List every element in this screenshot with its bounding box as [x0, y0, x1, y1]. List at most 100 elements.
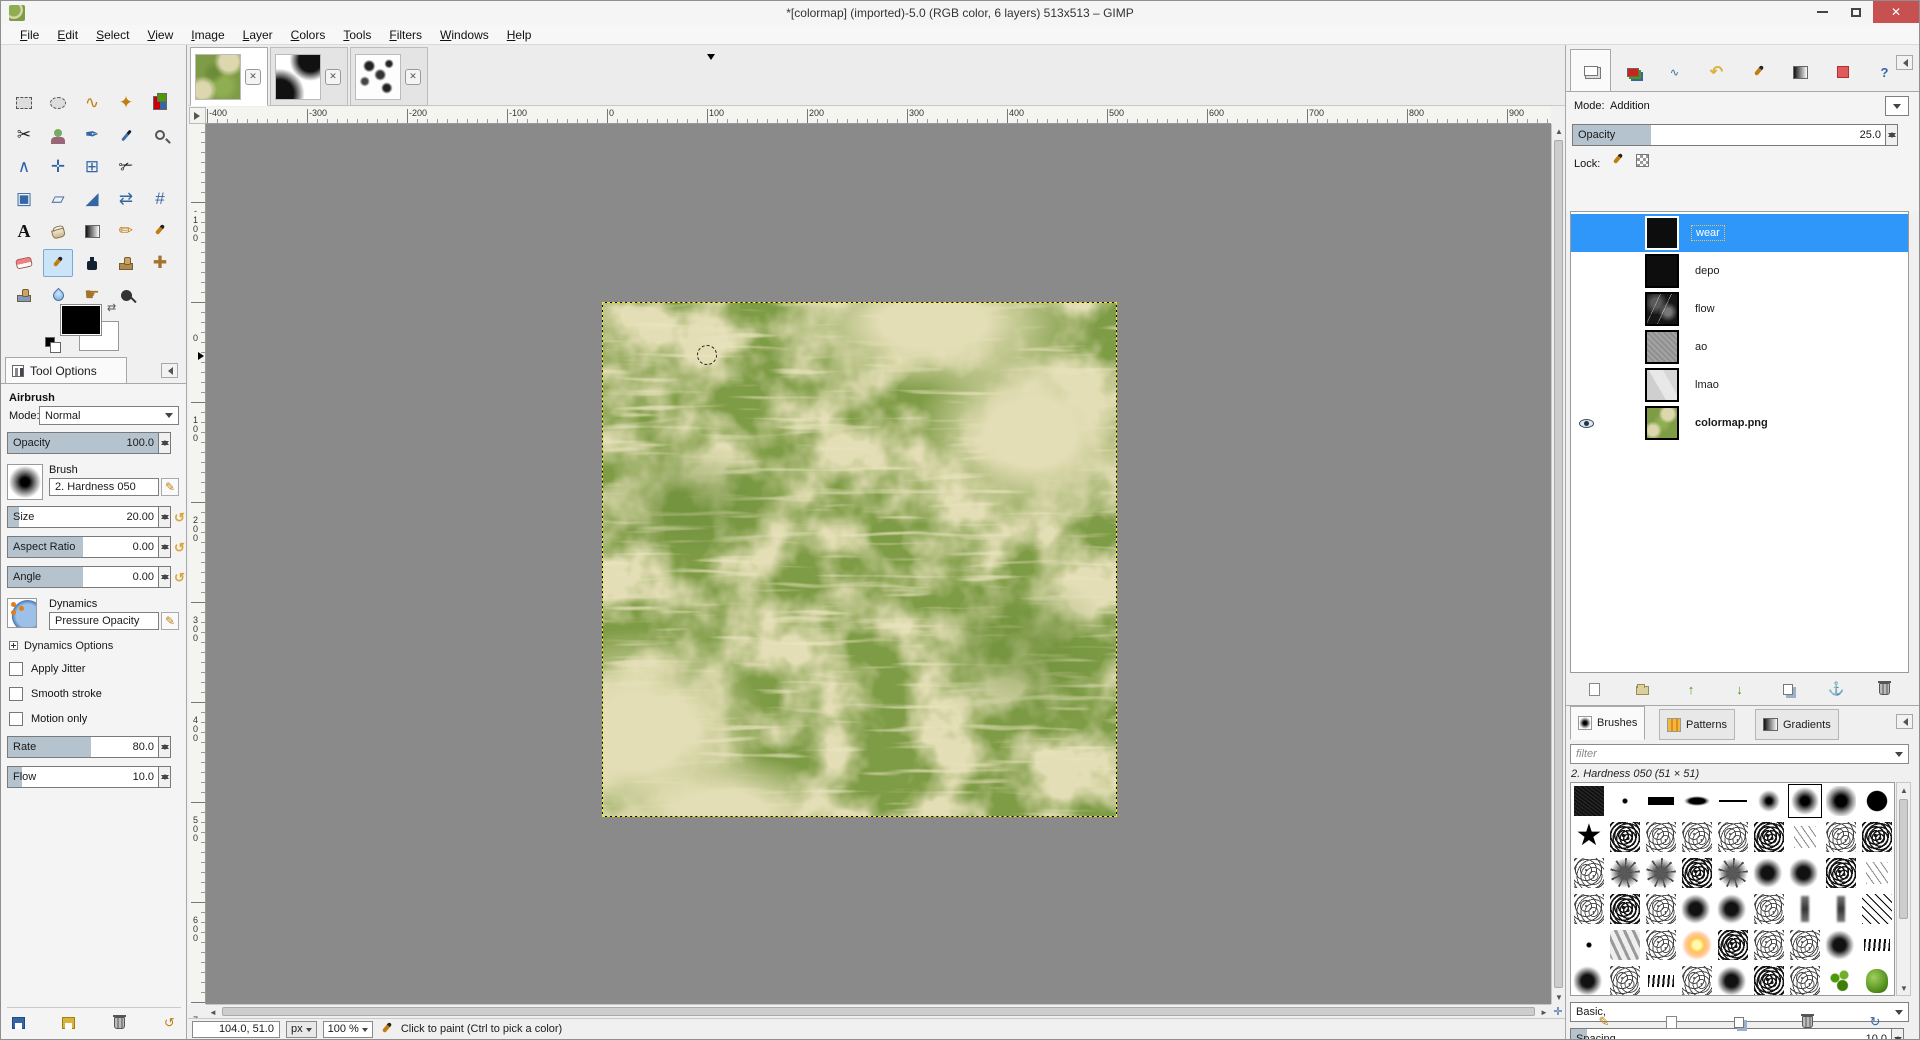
dynamics-options-expander[interactable]: Dynamics Options: [9, 640, 113, 652]
brush-thumbnail[interactable]: [7, 464, 43, 500]
menu-view[interactable]: View: [138, 26, 182, 44]
rectangle-select-tool[interactable]: [9, 89, 39, 117]
pencil-tool[interactable]: ✏: [111, 217, 141, 245]
gradient-tool[interactable]: [77, 217, 107, 245]
brush-swatch[interactable]: [1752, 928, 1786, 962]
restore-tool-preset-button[interactable]: [57, 1013, 80, 1033]
ruler-corner-button[interactable]: [189, 107, 206, 124]
image-tab-mask-close-button[interactable]: ✕: [325, 69, 341, 85]
crop-tool[interactable]: ✃: [111, 153, 141, 181]
brush-swatch[interactable]: [1644, 820, 1678, 854]
new-layer-button[interactable]: [1581, 679, 1607, 699]
brush-swatch[interactable]: [1860, 856, 1894, 890]
measure-tool[interactable]: ∧: [9, 153, 39, 181]
opacity-spinner[interactable]: [159, 432, 171, 454]
motion-only-checkbox[interactable]: [9, 712, 23, 726]
aspect-ratio-spinner[interactable]: [159, 536, 171, 558]
swap-colors-button[interactable]: ⇄: [107, 301, 116, 314]
image-tab-mask[interactable]: ✕: [270, 47, 348, 106]
layer-row-wear[interactable]: wear: [1571, 214, 1908, 252]
alignment-tool[interactable]: ⊞: [77, 153, 107, 181]
image-tab-texture[interactable]: ✕: [350, 47, 428, 106]
image-tab-texture-close-button[interactable]: ✕: [405, 69, 421, 85]
brush-swatch[interactable]: [1572, 928, 1606, 962]
brush-scroll-down-arrow[interactable]: ▼: [1897, 981, 1911, 995]
layers-dock-collapse-button[interactable]: [1896, 55, 1913, 70]
tool-options-tab[interactable]: Tool Options: [5, 357, 127, 384]
duplicate-layer-button[interactable]: [1775, 679, 1801, 699]
dynamics-thumbnail[interactable]: [7, 598, 37, 628]
brush-swatch[interactable]: [1608, 784, 1642, 818]
reset-aspect-icon[interactable]: ↺: [174, 540, 185, 556]
brush-swatch[interactable]: [1860, 784, 1894, 818]
menu-tools[interactable]: Tools: [334, 26, 380, 44]
menu-layer[interactable]: Layer: [234, 26, 282, 44]
dock-tab-channels[interactable]: [1612, 53, 1653, 91]
brush-swatch[interactable]: [1752, 892, 1786, 926]
perspective-clone-tool[interactable]: [9, 281, 39, 309]
lock-alpha-toggle[interactable]: [1636, 154, 1649, 167]
horizontal-scroll-thumb[interactable]: [222, 1007, 1535, 1016]
default-colors-button[interactable]: [45, 337, 55, 347]
edit-brush-button[interactable]: ✎: [1591, 1012, 1617, 1032]
dock-tab-paths[interactable]: ∿: [1654, 53, 1695, 91]
brush-swatch[interactable]: [1572, 892, 1606, 926]
zoom-select[interactable]: 100 %: [323, 1021, 373, 1038]
brush-swatch[interactable]: [1860, 964, 1894, 996]
fuzzy-select-tool[interactable]: ✦: [111, 89, 141, 117]
cage-transform-tool[interactable]: #: [145, 185, 175, 213]
menu-windows[interactable]: Windows: [431, 26, 498, 44]
vertical-ruler[interactable]: - 1 0 001 0 02 0 03 0 04 0 05 0 06 0 07 …: [189, 124, 206, 1004]
layer-opacity-slider[interactable]: Opacity 25.0: [1572, 124, 1886, 146]
aspect-ratio-slider[interactable]: Aspect Ratio 0.00: [7, 536, 159, 558]
shear-tool[interactable]: ▱: [43, 185, 73, 213]
brush-swatch[interactable]: [1788, 964, 1822, 996]
brush-grid-scrollbar[interactable]: ▲ ▼: [1896, 782, 1911, 996]
scroll-right-arrow[interactable]: ►: [1537, 1005, 1551, 1019]
edit-dynamics-icon[interactable]: ✎: [161, 612, 179, 630]
move-tool[interactable]: ✛: [43, 153, 73, 181]
menu-select[interactable]: Select: [87, 26, 138, 44]
delete-layer-button[interactable]: [1872, 679, 1898, 699]
dock-tab-paintbrush[interactable]: [1738, 53, 1779, 91]
foreground-color-swatch[interactable]: [61, 305, 101, 335]
menu-colors[interactable]: Colors: [282, 26, 335, 44]
image-tab-colormap[interactable]: ✕: [190, 47, 268, 106]
horizontal-scrollbar[interactable]: ◄ ►: [206, 1004, 1551, 1018]
brush-swatch[interactable]: [1644, 856, 1678, 890]
close-button[interactable]: ✕: [1873, 1, 1919, 23]
menu-file[interactable]: File: [11, 26, 48, 44]
brush-swatch[interactable]: [1680, 964, 1714, 996]
brush-swatch[interactable]: [1608, 892, 1642, 926]
dock-tab-layers[interactable]: [1570, 49, 1611, 91]
toolbox-collapse-button[interactable]: [161, 363, 178, 378]
brush-swatch[interactable]: [1680, 856, 1714, 890]
brush-swatch[interactable]: [1824, 820, 1858, 854]
scroll-down-arrow[interactable]: ▼: [1552, 990, 1566, 1004]
brush-swatch[interactable]: [1644, 964, 1678, 996]
new-brush-button[interactable]: [1659, 1012, 1685, 1032]
free-select-tool[interactable]: ∿: [77, 89, 107, 117]
brush-swatch[interactable]: [1860, 928, 1894, 962]
layer-opacity-spinner[interactable]: [1886, 124, 1898, 146]
unified-transform-tool[interactable]: ▣: [9, 185, 39, 213]
refresh-brushes-button[interactable]: ↻: [1862, 1012, 1888, 1032]
scissors-select-tool[interactable]: ✂: [9, 121, 39, 149]
size-slider[interactable]: Size 20.00: [7, 506, 159, 528]
angle-slider[interactable]: Angle 0.00: [7, 566, 159, 588]
navigation-button[interactable]: ✛: [1551, 1004, 1565, 1018]
new-layer-group-button[interactable]: [1630, 679, 1656, 699]
airbrush-tool[interactable]: [43, 249, 73, 277]
raise-layer-button[interactable]: ↑: [1678, 679, 1704, 699]
brush-swatch[interactable]: [1824, 964, 1858, 996]
menu-help[interactable]: Help: [498, 26, 541, 44]
delete-brush-button[interactable]: [1794, 1012, 1820, 1032]
brush-filter-input[interactable]: filter: [1570, 744, 1909, 764]
lower-layer-button[interactable]: ↓: [1726, 679, 1752, 699]
brush-swatch[interactable]: [1644, 928, 1678, 962]
duplicate-brush-button[interactable]: [1726, 1012, 1752, 1032]
brush-swatch[interactable]: [1860, 892, 1894, 926]
brush-swatch[interactable]: [1716, 784, 1750, 818]
clone-tool[interactable]: [111, 249, 141, 277]
save-tool-preset-button[interactable]: [7, 1013, 30, 1033]
